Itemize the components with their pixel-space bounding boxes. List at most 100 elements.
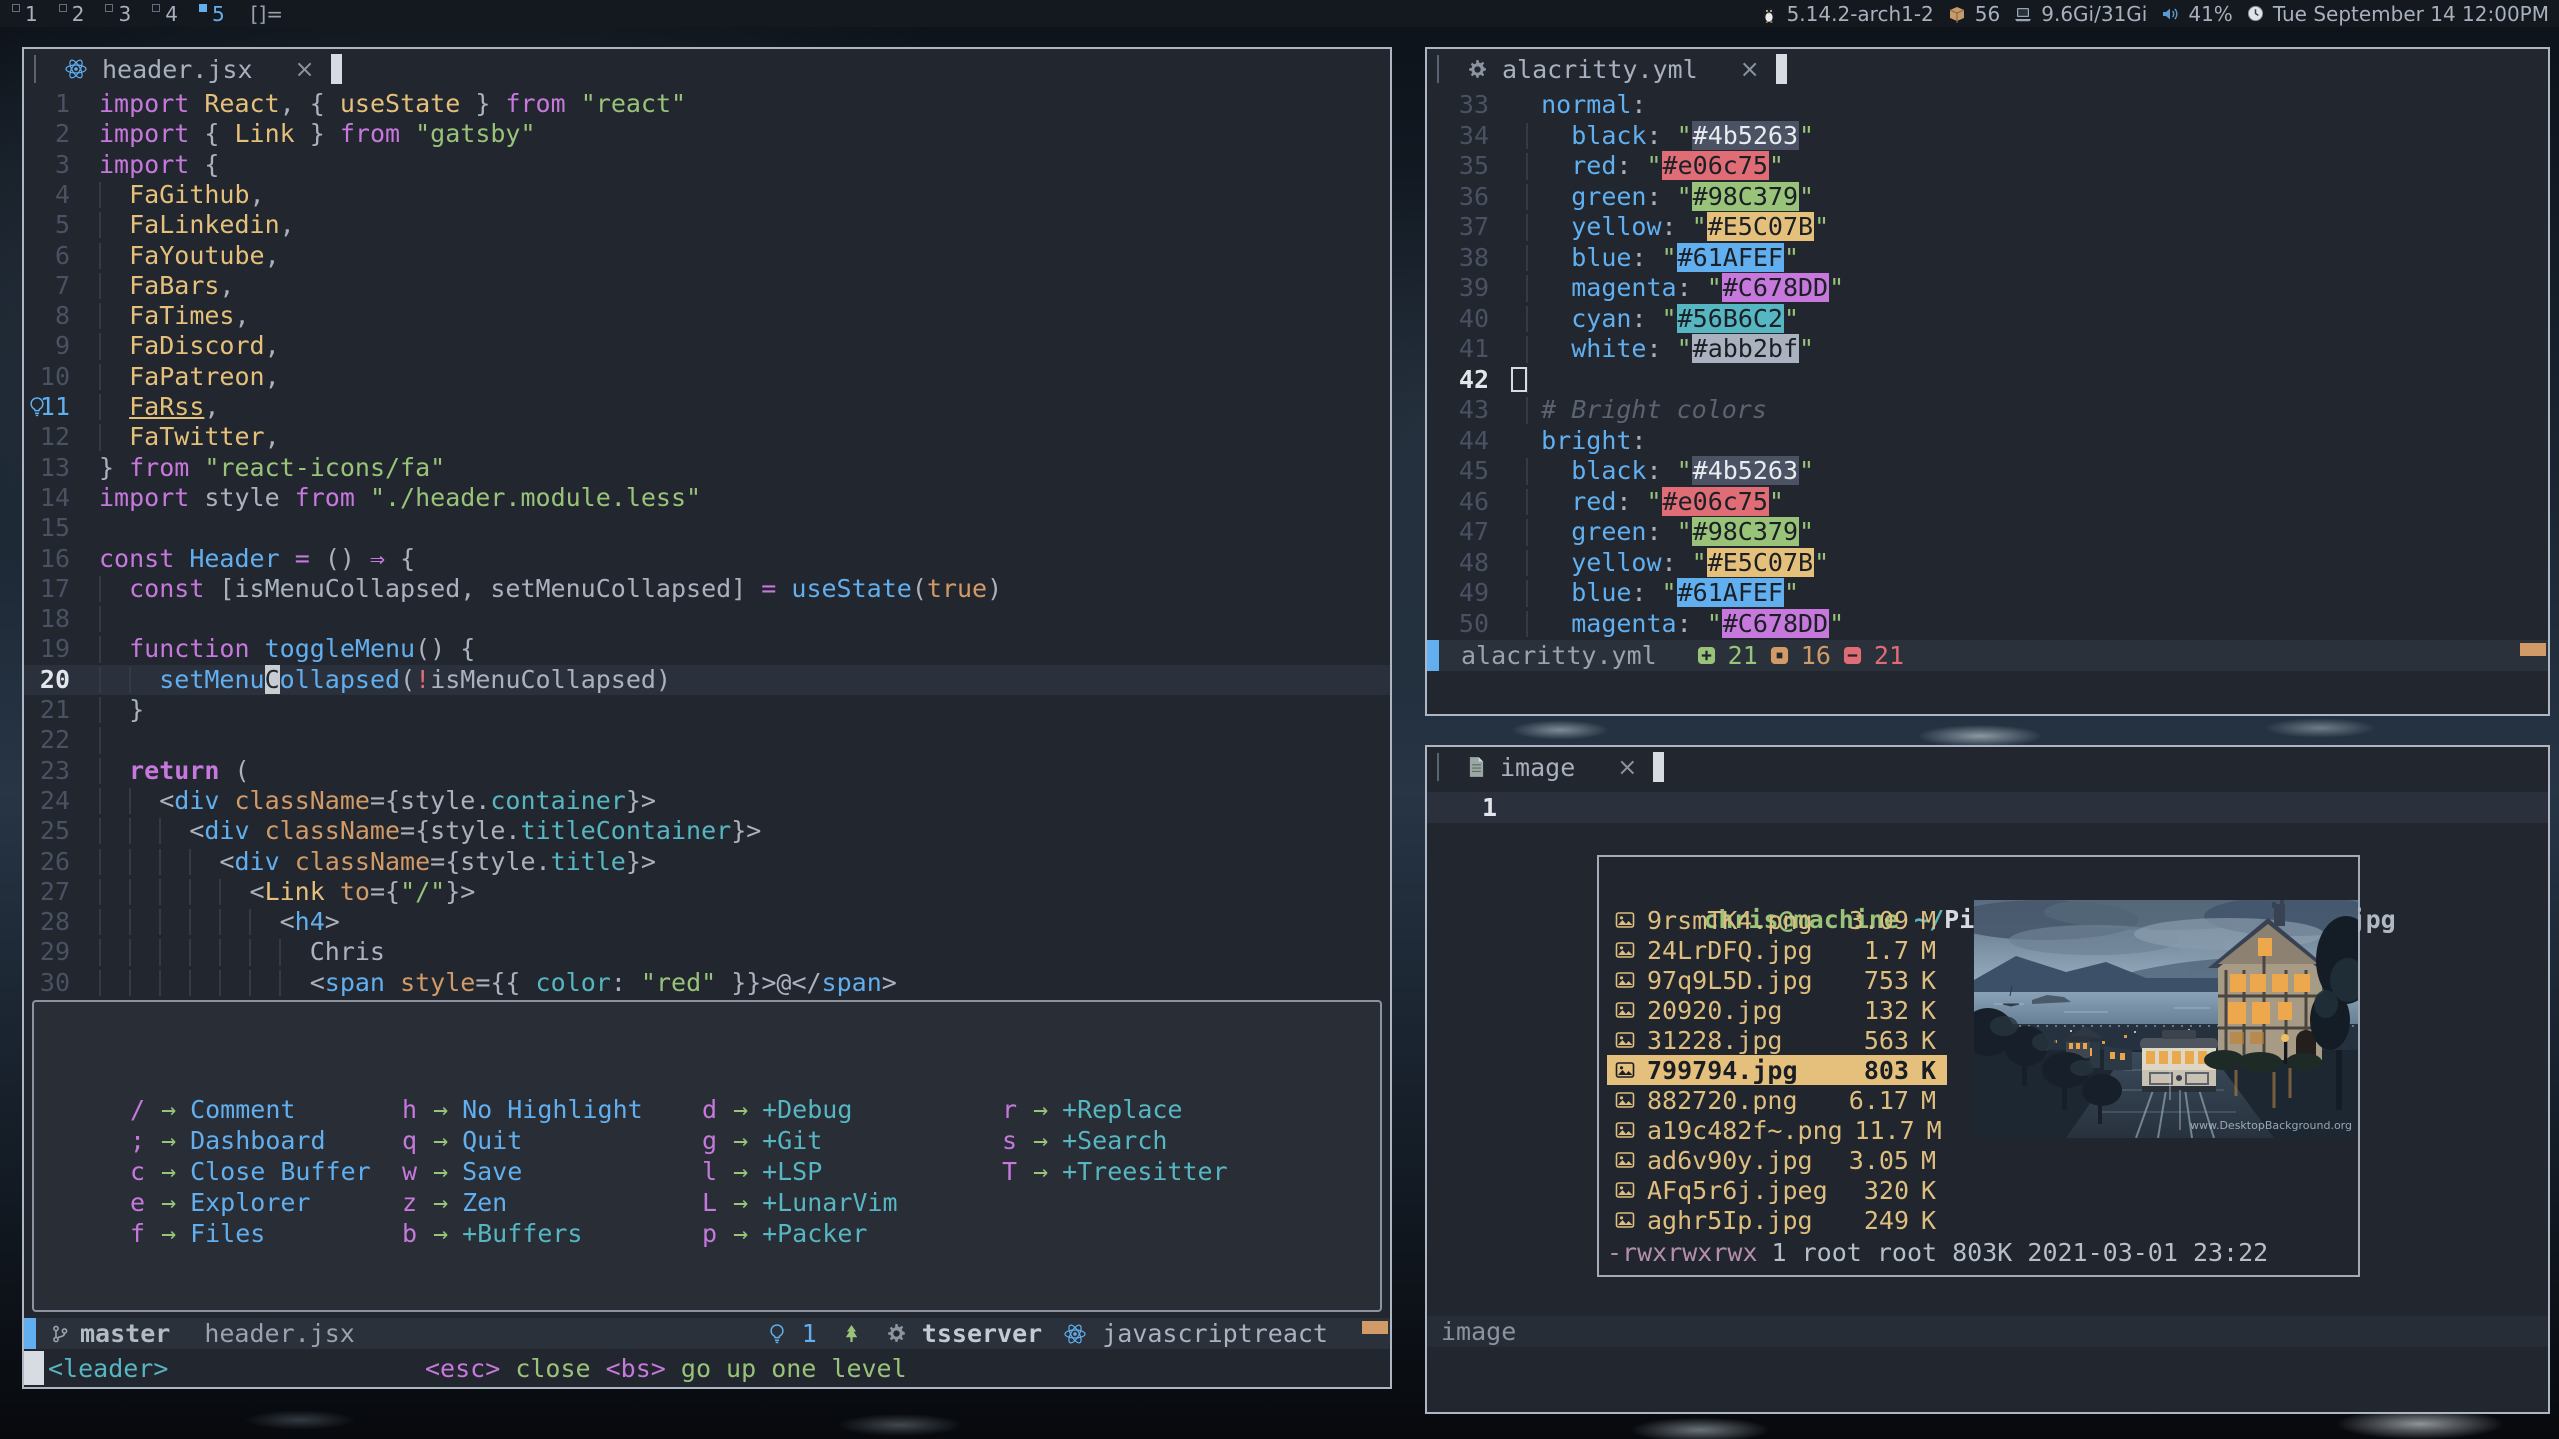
file-row[interactable]: 31228.jpg563K bbox=[1607, 1025, 1947, 1055]
code-line[interactable]: 34 black: "#4b5263" bbox=[1427, 121, 2548, 152]
code-line[interactable]: 50 magenta: "#C678DD" bbox=[1427, 609, 2548, 640]
code-line[interactable]: 9 FaDiscord, bbox=[24, 331, 1390, 361]
code-text: <h4> bbox=[99, 907, 340, 937]
code-token: " bbox=[1784, 243, 1799, 272]
code-line[interactable]: 5 FaLinkedin, bbox=[24, 210, 1390, 240]
code-line[interactable]: 13} from "react-icons/fa" bbox=[24, 453, 1390, 483]
file-row[interactable]: 9rsmTK4.png3.09M bbox=[1607, 905, 1947, 935]
arrow-right-icon: → bbox=[161, 1095, 176, 1124]
code-line[interactable]: 30 <span style={{ color: "red" }}>@</spa… bbox=[24, 968, 1390, 998]
code-token: " bbox=[1707, 273, 1722, 302]
keybinding-label: Quit bbox=[462, 1126, 522, 1155]
file-name: a19c482f~.png bbox=[1647, 1116, 1843, 1145]
code-line[interactable]: 38 blue: "#61AFEF" bbox=[1427, 243, 2548, 274]
code-line[interactable]: 33 normal: bbox=[1427, 90, 2548, 121]
code-token: div bbox=[204, 816, 249, 845]
workspace-item-active[interactable]: 5 bbox=[199, 2, 225, 26]
code-token: setMenu bbox=[159, 665, 264, 694]
code-line[interactable]: 18 bbox=[24, 604, 1390, 634]
code-line[interactable]: 44 bright: bbox=[1427, 426, 2548, 457]
line-number: 44 bbox=[1427, 426, 1489, 457]
arrow-right-icon: → bbox=[433, 1188, 448, 1217]
code-line[interactable]: 29 Chris bbox=[24, 937, 1390, 967]
code-line[interactable]: 11 FaRss, bbox=[24, 392, 1390, 422]
file-row[interactable]: 97q9L5D.jpg753K bbox=[1607, 965, 1947, 995]
code-line[interactable]: 8 FaTimes, bbox=[24, 301, 1390, 331]
workspace-item[interactable]: 2 bbox=[59, 2, 85, 26]
code-line[interactable]: 46 red: "#e06c75" bbox=[1427, 487, 2548, 518]
code-line[interactable]: 27 <Link to={"/"}> bbox=[24, 877, 1390, 907]
status-module: 56 bbox=[1947, 2, 2000, 26]
code-line[interactable]: 15 bbox=[24, 513, 1390, 543]
code-area[interactable]: 33 normal:34 black: "#4b5263"35 red: "#e… bbox=[1427, 49, 2548, 714]
keybinding-key: b bbox=[402, 1218, 419, 1249]
code-line[interactable]: 16const Header = () ⇒ { bbox=[24, 544, 1390, 574]
code-line[interactable]: 49 blue: "#61AFEF" bbox=[1427, 578, 2548, 609]
keybinding-label: Comment bbox=[190, 1095, 295, 1124]
file-row[interactable]: aghr5Ip.jpg249K bbox=[1607, 1205, 1947, 1235]
code-line[interactable]: 25 <div className={style.titleContainer}… bbox=[24, 816, 1390, 846]
code-line[interactable]: 39 magenta: "#C678DD" bbox=[1427, 273, 2548, 304]
code-line[interactable]: 17 const [isMenuCollapsed, setMenuCollap… bbox=[24, 574, 1390, 604]
code-line[interactable]: 23 return ( bbox=[24, 756, 1390, 786]
command-line[interactable]: <leader> <esc> close <bs> go up one leve… bbox=[24, 1349, 1390, 1387]
code-line[interactable]: 28 <h4> bbox=[24, 907, 1390, 937]
code-line[interactable]: 1 bbox=[1427, 792, 2548, 823]
code-line[interactable]: 35 red: "#e06c75" bbox=[1427, 151, 2548, 182]
keybinding-label: Dashboard bbox=[190, 1126, 325, 1155]
line-number: 22 bbox=[24, 725, 70, 755]
keybinding-hint: f→Files bbox=[130, 1218, 371, 1249]
code-line[interactable]: 45 black: "#4b5263" bbox=[1427, 456, 2548, 487]
code-line[interactable]: 48 yellow: "#E5C07B" bbox=[1427, 548, 2548, 579]
code-line[interactable]: 19 function toggleMenu() { bbox=[24, 634, 1390, 664]
code-line[interactable]: 43 # Bright colors bbox=[1427, 395, 2548, 426]
workspace-item[interactable]: 1 bbox=[12, 2, 38, 26]
code-line[interactable]: 12 FaTwitter, bbox=[24, 422, 1390, 452]
code-text: <div className={style.title}> bbox=[99, 847, 656, 877]
code-line[interactable]: 21 } bbox=[24, 695, 1390, 725]
file-row-selected[interactable]: 799794.jpg803K bbox=[1607, 1055, 1947, 1085]
line-number: 4 bbox=[24, 180, 70, 210]
code-text: black: "#4b5263" bbox=[1511, 121, 1814, 152]
workspace-item[interactable]: 4 bbox=[152, 2, 178, 26]
file-size: 1.7 bbox=[1837, 936, 1909, 965]
file-row[interactable]: 882720.png6.17M bbox=[1607, 1085, 1947, 1115]
code-line[interactable]: 7 FaBars, bbox=[24, 271, 1390, 301]
file-row[interactable]: a19c482f~.png11.7M bbox=[1607, 1115, 1947, 1145]
code-line[interactable]: 1import React, { useState } from "react" bbox=[24, 89, 1390, 119]
code-token: < bbox=[99, 968, 325, 997]
code-token: container bbox=[490, 786, 625, 815]
code-text: cyan: "#56B6C2" bbox=[1511, 304, 1799, 335]
code-line[interactable]: 42 bbox=[1427, 365, 2548, 396]
code-line[interactable]: 36 green: "#98C379" bbox=[1427, 182, 2548, 213]
code-line[interactable]: 47 green: "#98C379" bbox=[1427, 517, 2548, 548]
line-number: 12 bbox=[24, 422, 70, 452]
code-line[interactable]: 10 FaPatreon, bbox=[24, 362, 1390, 392]
file-row[interactable]: 20920.jpg132K bbox=[1607, 995, 1947, 1025]
workspace-item[interactable]: 3 bbox=[105, 2, 131, 26]
lsp-server-name: tsserver bbox=[922, 1319, 1042, 1348]
code-line[interactable]: 26 <div className={style.title}> bbox=[24, 847, 1390, 877]
code-line[interactable]: 2import { Link } from "gatsby" bbox=[24, 119, 1390, 149]
code-line[interactable]: 4 FaGithub, bbox=[24, 180, 1390, 210]
code-token: : bbox=[1646, 334, 1676, 363]
file-name: 97q9L5D.jpg bbox=[1647, 966, 1813, 995]
code-line[interactable]: 14import style from "./header.module.les… bbox=[24, 483, 1390, 513]
code-line[interactable]: 24 <div className={style.container}> bbox=[24, 786, 1390, 816]
arrow-right-icon: → bbox=[433, 1126, 448, 1155]
code-line[interactable]: 41 white: "#abb2bf" bbox=[1427, 334, 2548, 365]
code-line[interactable]: 3import { bbox=[24, 150, 1390, 180]
code-line[interactable]: 20 setMenuCollapsed(!isMenuCollapsed) bbox=[24, 665, 1390, 695]
code-line[interactable]: 37 yellow: "#E5C07B" bbox=[1427, 212, 2548, 243]
file-row[interactable]: 24LrDFQ.jpg1.7M bbox=[1607, 935, 1947, 965]
code-token: magenta bbox=[1571, 609, 1676, 638]
code-text: <Link to={"/"}> bbox=[99, 877, 475, 907]
arrow-right-icon: → bbox=[161, 1157, 176, 1186]
code-line[interactable]: 6 FaYoutube, bbox=[24, 241, 1390, 271]
code-line[interactable]: 40 cyan: "#56B6C2" bbox=[1427, 304, 2548, 335]
code-token: blue bbox=[1571, 578, 1631, 607]
file-row[interactable]: ad6v90y.jpg3.05M bbox=[1607, 1145, 1947, 1175]
file-row[interactable]: AFq5r6j.jpeg320K bbox=[1607, 1175, 1947, 1205]
file-permissions-line: -rwxrwxrwx 1 root root 803K 2021-03-01 2… bbox=[1599, 1237, 2268, 1267]
code-line[interactable]: 22 bbox=[24, 725, 1390, 755]
